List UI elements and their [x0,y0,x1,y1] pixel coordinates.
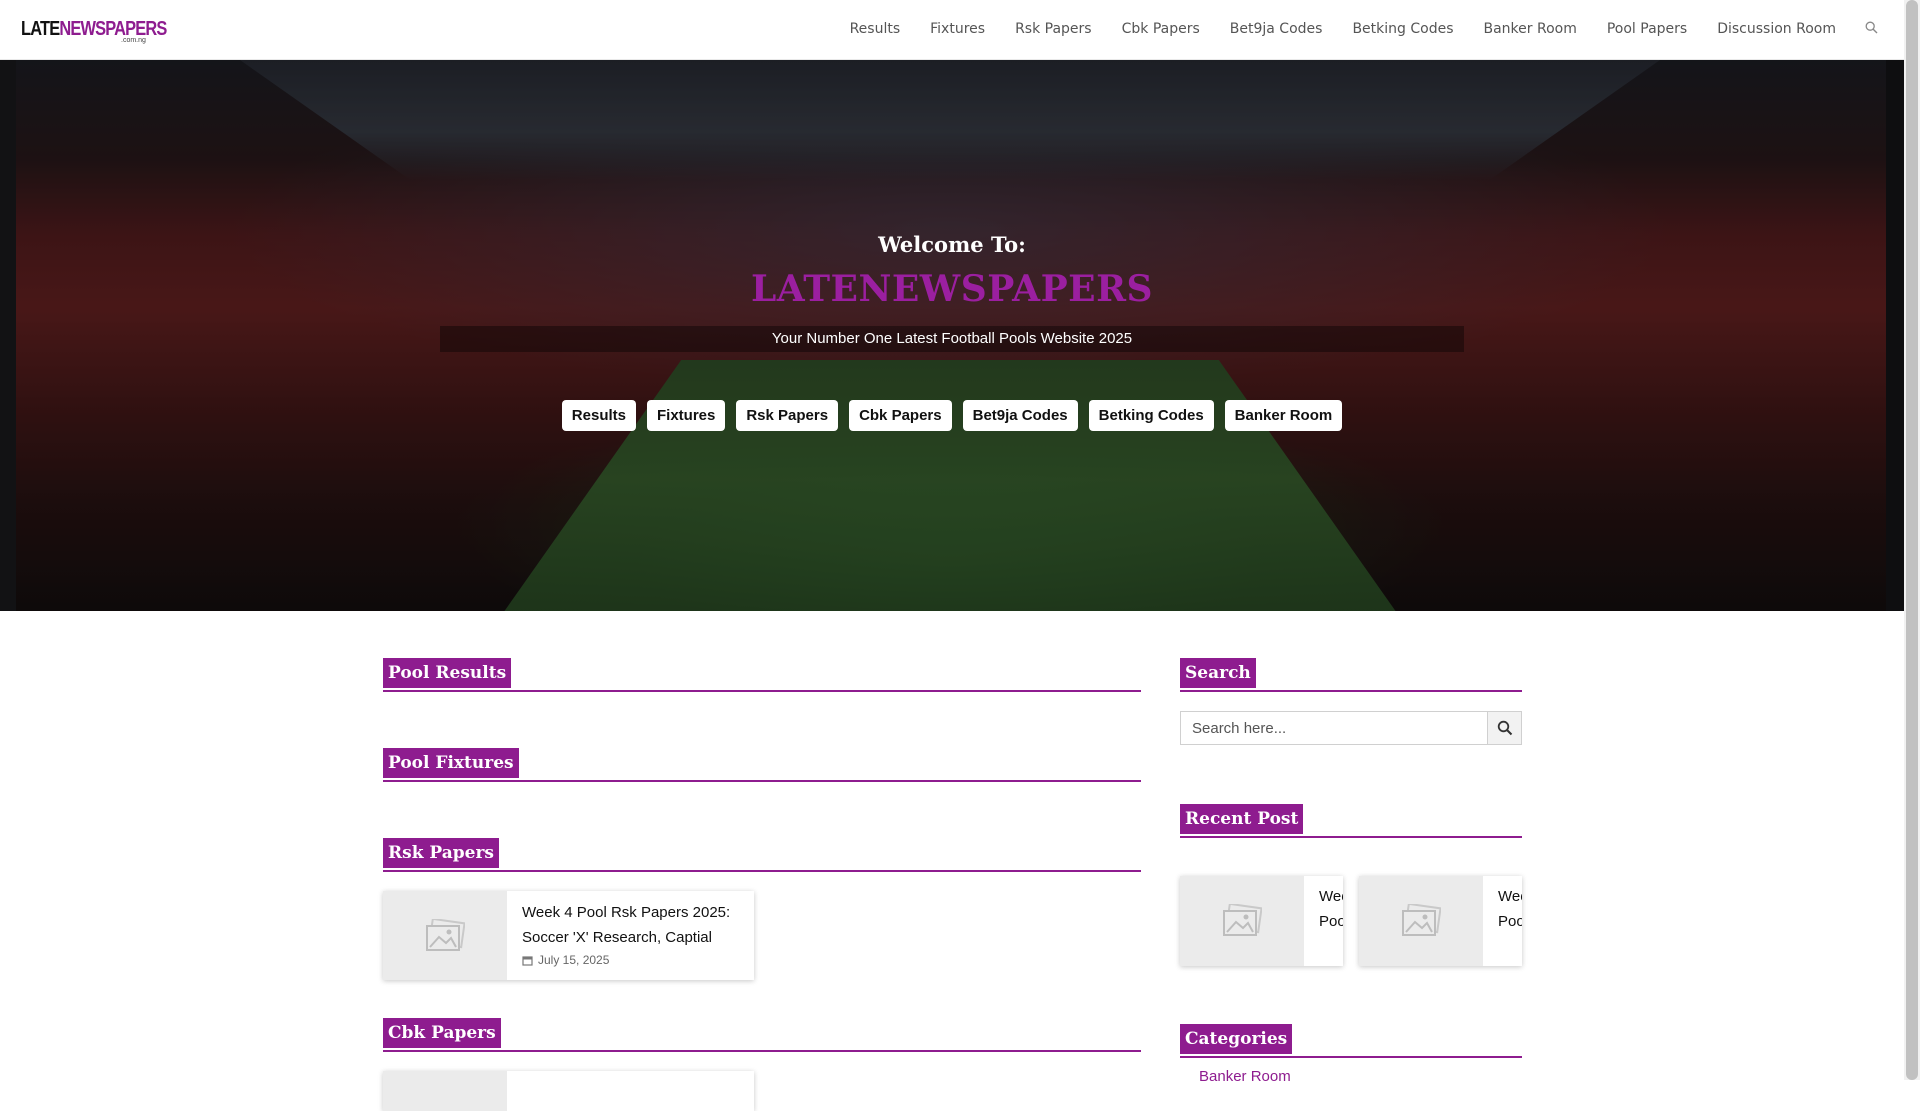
nav-item-rsk-papers[interactable]: Rsk Papers [1000,0,1107,59]
search-icon [1865,21,1878,34]
image-placeholder-icon [426,918,465,951]
hero-rsk-papers-button[interactable]: Rsk Papers [736,400,839,431]
section-title-pool-results[interactable]: Pool Results [383,658,512,688]
sidebar-search-form [1180,711,1522,745]
post-thumbnail[interactable] [1180,876,1304,966]
section-cbk-papers: Cbk Papers [383,1018,1141,1052]
post-thumbnail[interactable] [1359,876,1483,966]
image-placeholder-icon [1223,904,1262,936]
logo-text-primary: LATE [21,18,60,40]
section-pool-fixtures: Pool Fixtures [383,748,1141,782]
post-thumbnail[interactable] [383,891,507,980]
hero-fixtures-button[interactable]: Fixtures [646,400,726,431]
image-placeholder-icon [1402,904,1441,936]
nav-item-cbk-papers[interactable]: Cbk Papers [1107,0,1215,59]
hero-bet9ja-codes-button[interactable]: Bet9ja Codes [962,400,1078,431]
hero-site-name: LATENEWSPAPERS [750,268,1154,310]
page-scrollbar[interactable] [1904,0,1920,1080]
section-rsk-papers: Rsk Papers [383,838,1141,872]
nav-item-banker-room[interactable]: Banker Room [1469,0,1592,59]
hero-button-group: Results Fixtures Rsk Papers Cbk Papers B… [0,400,1904,431]
post-body: Week 4 Pool Rsk Papers 2025: Soccer 'X' … [522,900,742,967]
widget-search: Search [1180,658,1522,692]
nav-item-betking-codes[interactable]: Betking Codes [1337,0,1468,59]
nav-item-fixtures[interactable]: Fixtures [915,0,1000,59]
hero-content: Welcome To: LATENEWSPAPERS Your Number O… [0,60,1904,611]
recent-post-title[interactable]: Wee Poo [1498,884,1522,934]
hero-results-button[interactable]: Results [561,400,636,431]
post-date: July 15, 2025 [522,953,742,967]
section-title-pool-fixtures[interactable]: Pool Fixtures [383,748,519,778]
recent-post-title-line: Poo [1319,913,1343,930]
widget-recent-post: Recent Post [1180,804,1522,838]
hero-banner: Welcome To: LATENEWSPAPERS Your Number O… [0,60,1904,611]
section-pool-results: Pool Results [383,658,1141,692]
recent-post-title-line: Poo [1498,913,1522,930]
search-submit-button[interactable] [1487,711,1522,745]
nav-item-discussion-room[interactable]: Discussion Room [1702,0,1851,59]
hero-cbk-papers-button[interactable]: Cbk Papers [849,400,952,431]
post-card-cbk[interactable] [383,1071,754,1111]
search-input[interactable] [1180,711,1487,745]
post-date-text: July 15, 2025 [538,953,610,967]
nav-item-pool-papers[interactable]: Pool Papers [1592,0,1702,59]
post-title[interactable]: Week 4 Pool Rsk Papers 2025: Soccer 'X' … [522,900,742,950]
nav-item-bet9ja-codes[interactable]: Bet9ja Codes [1215,0,1338,59]
site-header: LATENEWSPAPERS .com.ng Results Fixtures … [0,0,1904,60]
calendar-icon [522,955,533,966]
hero-welcome: Welcome To: [878,232,1026,257]
recent-post-card[interactable]: Wee Poo [1180,876,1343,966]
recent-post-title-line: Wee [1319,888,1343,905]
post-thumbnail[interactable] [383,1071,507,1111]
search-icon [1497,720,1512,736]
hero-betking-codes-button[interactable]: Betking Codes [1088,400,1214,431]
logo-text-secondary: NEWSPAPERS [59,18,167,40]
main-nav: Results Fixtures Rsk Papers Cbk Papers B… [835,0,1904,59]
post-card-rsk[interactable]: Week 4 Pool Rsk Papers 2025: Soccer 'X' … [383,891,754,980]
hero-banker-room-button[interactable]: Banker Room [1224,400,1343,431]
widget-title-categories: Categories [1180,1024,1293,1054]
widget-categories: Categories [1180,1024,1522,1058]
logo-domain: .com.ng [121,37,146,44]
nav-item-results[interactable]: Results [835,0,916,59]
hero-tagline: Your Number One Latest Football Pools We… [771,330,1133,347]
section-title-cbk-papers[interactable]: Cbk Papers [383,1018,501,1048]
recent-post-title[interactable]: Wee Poo [1319,884,1343,934]
site-logo[interactable]: LATENEWSPAPERS .com.ng [21,18,199,48]
recent-post-card[interactable]: Wee Poo [1359,876,1522,966]
header-search-button[interactable] [1851,0,1904,59]
category-link[interactable]: Banker Room [1199,1068,1291,1085]
widget-title-recent-post: Recent Post [1180,804,1304,834]
scrollbar-thumb[interactable] [1906,0,1918,1080]
widget-title-search: Search [1180,658,1256,688]
recent-post-title-line: Wee [1498,888,1522,905]
section-title-rsk-papers[interactable]: Rsk Papers [383,838,499,868]
